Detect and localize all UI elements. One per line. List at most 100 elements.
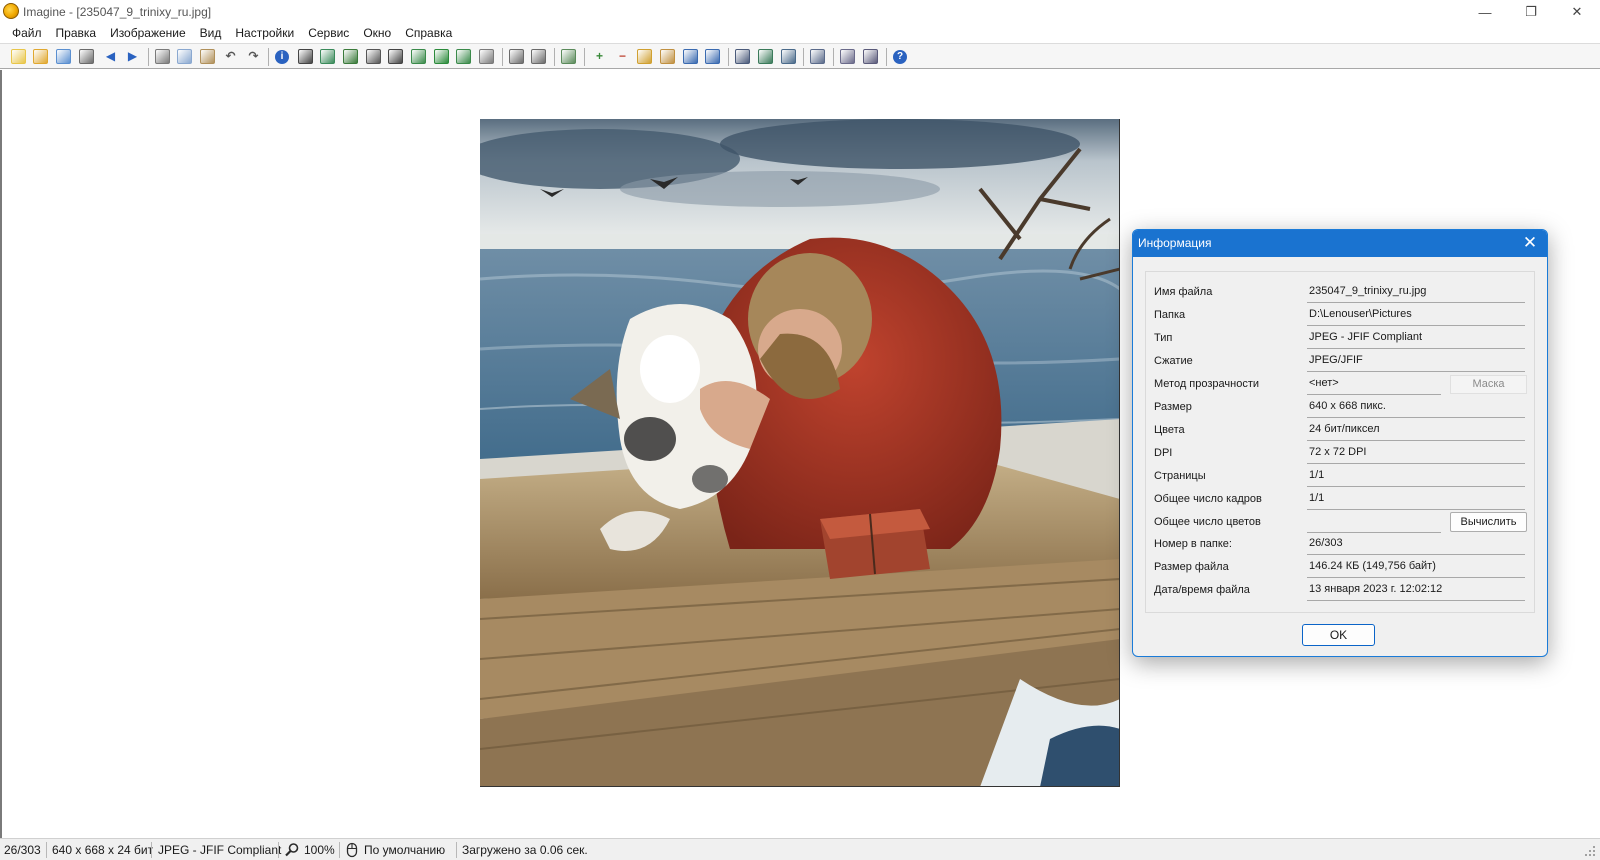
negative-icon[interactable]	[388, 49, 403, 64]
view-full-icon[interactable]	[683, 49, 698, 64]
row-value[interactable]: 1/1	[1307, 489, 1525, 510]
toolbar-separator	[584, 48, 585, 66]
toolbar-separator	[268, 48, 269, 66]
mask-button[interactable]: Маска	[1450, 375, 1527, 394]
info-dialog: Информация ✕ Имя файла 235047_9_trinixy_…	[1132, 229, 1548, 657]
resize-icon[interactable]	[343, 49, 358, 64]
status-divider	[278, 842, 279, 858]
row-label: Страницы	[1154, 470, 1206, 482]
row-value[interactable]: 24 бит/пиксел	[1307, 420, 1525, 441]
row-colors: Цвета 24 бит/пиксел	[1154, 420, 1530, 442]
print-icon[interactable]	[79, 49, 94, 64]
menu-edit[interactable]: Правка	[49, 24, 104, 43]
info-group: Имя файла 235047_9_trinixy_ru.jpg Папка …	[1145, 271, 1535, 613]
cut-icon[interactable]	[155, 49, 170, 64]
tools-icon[interactable]	[810, 49, 825, 64]
copy-icon[interactable]	[177, 49, 192, 64]
zoom-fit-icon[interactable]	[509, 49, 524, 64]
row-value[interactable]	[1307, 512, 1441, 533]
menu-image[interactable]: Изображение	[103, 24, 193, 43]
row-transparency: Метод прозрачности <нет> Маска	[1154, 374, 1530, 396]
convert-icon[interactable]	[863, 49, 878, 64]
toolbar-separator	[502, 48, 503, 66]
grayscale-icon[interactable]	[366, 49, 381, 64]
flip-icon[interactable]	[434, 49, 449, 64]
title-bar: Imagine - [235047_9_trinixy_ru.jpg] — ❐ …	[0, 0, 1600, 24]
row-value[interactable]: JPEG/JFIF	[1307, 351, 1525, 372]
row-value[interactable]: JPEG - JFIF Compliant	[1307, 328, 1525, 349]
brush-icon[interactable]	[781, 49, 796, 64]
redo-icon[interactable]: ↷	[245, 48, 262, 65]
toolbar-separator	[148, 48, 149, 66]
row-label: Номер в папке:	[1154, 538, 1232, 550]
open-icon[interactable]	[33, 49, 48, 64]
menu-view[interactable]: Вид	[193, 24, 229, 43]
prev-icon[interactable]: ◀	[102, 48, 119, 65]
slideshow-icon[interactable]	[735, 49, 750, 64]
zoom-tool-icon[interactable]	[637, 49, 652, 64]
row-value[interactable]: 26/303	[1307, 534, 1525, 555]
menu-settings[interactable]: Настройки	[228, 24, 301, 43]
status-divider	[151, 842, 152, 858]
rotate-left-icon[interactable]	[411, 49, 426, 64]
menu-bar: Файл Правка Изображение Вид Настройки Се…	[0, 24, 1600, 43]
row-value[interactable]: 1/1	[1307, 466, 1525, 487]
dialog-close-button[interactable]: ✕	[1519, 230, 1541, 257]
ok-button[interactable]: OK	[1302, 624, 1375, 646]
row-value[interactable]: 640 x 668 пикс.	[1307, 397, 1525, 418]
maximize-button[interactable]: ❐	[1508, 0, 1554, 24]
resize-grip-icon[interactable]	[1584, 843, 1596, 857]
refresh-icon[interactable]	[561, 49, 576, 64]
status-load-time: Загружено за 0.06 сек.	[462, 843, 588, 857]
zoom-actual-icon[interactable]	[531, 49, 546, 64]
menu-service[interactable]: Сервис	[301, 24, 356, 43]
capture-icon[interactable]	[298, 49, 313, 64]
row-pages: Страницы 1/1	[1154, 466, 1530, 488]
row-value[interactable]: D:\Lenouser\Pictures	[1307, 305, 1525, 326]
status-bar: 26/303 640 x 668 x 24 бит JPEG - JFIF Co…	[0, 838, 1600, 860]
view-window-icon[interactable]	[660, 49, 675, 64]
crop-icon[interactable]	[320, 49, 335, 64]
row-label: Тип	[1154, 332, 1173, 344]
row-value[interactable]: 146.24 КБ (149,756 байт)	[1307, 557, 1525, 578]
zoom-in-icon[interactable]: +	[591, 48, 608, 65]
row-frames: Общее число кадров 1/1	[1154, 489, 1530, 511]
view-split-icon[interactable]	[705, 49, 720, 64]
next-icon[interactable]: ▶	[124, 48, 141, 65]
undo-icon[interactable]: ↶	[222, 48, 239, 65]
row-value[interactable]: 72 x 72 DPI	[1307, 443, 1525, 464]
row-value[interactable]: 235047_9_trinixy_ru.jpg	[1307, 282, 1525, 303]
zoom-out-icon[interactable]: −	[614, 48, 631, 65]
row-folder-index: Номер в папке: 26/303	[1154, 534, 1530, 556]
menu-help[interactable]: Справка	[398, 24, 459, 43]
row-label: Дата/время файла	[1154, 584, 1250, 596]
thumbnails-icon[interactable]	[758, 49, 773, 64]
row-file-size: Размер файла 146.24 КБ (149,756 байт)	[1154, 557, 1530, 579]
row-label: Общее число кадров	[1154, 493, 1262, 505]
row-compression: Сжатие JPEG/JFIF	[1154, 351, 1530, 373]
row-value[interactable]: 13 января 2023 г. 12:02:12	[1307, 580, 1525, 601]
minimize-button[interactable]: —	[1462, 0, 1508, 24]
row-value[interactable]: <нет>	[1307, 374, 1441, 395]
menu-window[interactable]: Окно	[356, 24, 398, 43]
paste-icon[interactable]	[200, 49, 215, 64]
help-icon[interactable]: ?	[893, 50, 907, 64]
toolbar-separator	[833, 48, 834, 66]
status-format: JPEG - JFIF Compliant	[158, 843, 282, 857]
row-size: Размер 640 x 668 пикс.	[1154, 397, 1530, 419]
close-window-button[interactable]: ✕	[1554, 0, 1600, 24]
status-dimensions: 640 x 668 x 24 бит	[52, 843, 154, 857]
new-icon[interactable]	[11, 49, 26, 64]
batch-icon[interactable]	[840, 49, 855, 64]
app-icon[interactable]	[3, 3, 19, 19]
effects-icon[interactable]	[479, 49, 494, 64]
rotate-right-icon[interactable]	[456, 49, 471, 64]
info-icon[interactable]: i	[275, 50, 289, 64]
save-all-icon[interactable]	[56, 49, 71, 64]
calculate-button[interactable]: Вычислить	[1450, 512, 1527, 532]
status-zoom: 100%	[304, 843, 335, 857]
status-mode: По умолчанию	[364, 843, 446, 857]
row-label: Сжатие	[1154, 355, 1193, 367]
menu-file[interactable]: Файл	[5, 24, 49, 43]
row-file-datetime: Дата/время файла 13 января 2023 г. 12:02…	[1154, 580, 1530, 602]
